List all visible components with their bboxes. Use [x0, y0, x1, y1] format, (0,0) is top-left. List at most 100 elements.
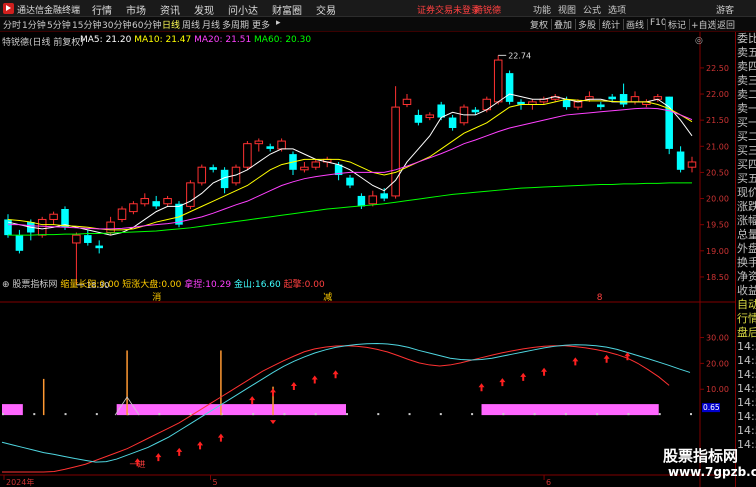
- ma5-legend-label: MA5: [80, 35, 100, 45]
- menu-options[interactable]: 选项: [608, 3, 626, 16]
- panel-row-label: 卖五: [737, 46, 756, 59]
- overlay-button[interactable]: 叠加: [554, 18, 572, 31]
- multi-stock-button[interactable]: 多股: [578, 18, 596, 31]
- tab-period-30min[interactable]: 30分钟: [102, 18, 131, 31]
- candle-body: [448, 117, 457, 128]
- tab-period-5min[interactable]: 5分钟: [47, 18, 71, 31]
- indicator-name[interactable]: 股票指标网: [12, 280, 57, 290]
- candle-body: [117, 208, 127, 220]
- panel-row-label: 现价: [737, 186, 756, 199]
- menu-view[interactable]: 视图: [558, 3, 576, 16]
- buy-arrow-icon: [332, 370, 339, 379]
- candle-body: [562, 99, 571, 108]
- menu-discover[interactable]: 发现: [194, 2, 214, 17]
- menu-guest[interactable]: 游客: [716, 3, 734, 16]
- period-toolbar: 分时 1分钟 5分钟 15分钟 30分钟 60分钟 日线 周线 月线 多周期 更…: [0, 17, 756, 32]
- buy-arrow-icon: [290, 381, 297, 390]
- zero-dot: [408, 413, 411, 416]
- buy-arrow-icon: [197, 441, 204, 450]
- buy-arrow-icon: [499, 378, 506, 387]
- menu-market[interactable]: 市场: [126, 2, 146, 17]
- ind-label-3: 金山:: [233, 280, 255, 290]
- buy-arrow-icon: [572, 357, 579, 366]
- quote-side-panel: 委比 卖五 卖四 卖三 卖二 卖一 买一 买二 买三 买四 买五 现价 涨跌 涨幅 总量 外盘 换手 净资 收益 自动…: [735, 32, 756, 487]
- mark-button[interactable]: 标记: [668, 18, 686, 31]
- divider: [623, 19, 624, 30]
- adjust-button[interactable]: 复权: [530, 18, 548, 31]
- menu-function[interactable]: 功能: [533, 3, 551, 16]
- panel-row-label: 14:50: [737, 354, 756, 367]
- ma60-legend-label: MA60: [254, 35, 280, 45]
- tab-period-more[interactable]: 更多: [252, 18, 270, 31]
- stats-button[interactable]: 统计: [602, 18, 620, 31]
- add-watchlist-button[interactable]: +自选: [691, 18, 717, 31]
- signal-marker: 8: [597, 293, 603, 303]
- candle-body: [140, 198, 150, 205]
- tab-period-multi[interactable]: 多周期: [222, 18, 249, 31]
- tab-period-15min[interactable]: 15分钟: [72, 18, 101, 31]
- menu-wealth[interactable]: 财富圈: [272, 2, 302, 17]
- buy-arrow-icon: [541, 367, 548, 376]
- tab-period-1min[interactable]: 1分钟: [22, 18, 46, 31]
- indicator-tick-label: 10.00: [706, 385, 729, 394]
- buy-arrow-icon: [176, 447, 183, 456]
- zero-dot: [439, 413, 442, 416]
- tab-period-timeline[interactable]: 分时: [3, 18, 21, 31]
- tab-period-60min[interactable]: 60分钟: [132, 18, 161, 31]
- ma10-legend-value: 21.47: [165, 35, 192, 45]
- buy-arrow-icon: [311, 375, 318, 384]
- tab-period-monthly[interactable]: 月线: [202, 18, 220, 31]
- entry-annotation: 一进: [130, 460, 146, 469]
- menu-formula[interactable]: 公式: [583, 3, 601, 16]
- value-badge-text: 0.65: [703, 403, 720, 412]
- menu-trade[interactable]: 交易: [316, 2, 336, 17]
- buy-arrow-icon: [603, 354, 610, 363]
- zero-dot: [95, 413, 98, 416]
- price-tick-label: 18.50: [706, 273, 729, 282]
- login-warning[interactable]: 证券交易未登录: [417, 3, 480, 16]
- zero-dot: [33, 413, 36, 416]
- indicator-line-cyan: [1, 342, 691, 463]
- candle-body: [380, 193, 388, 199]
- title-bar: 通达信金融终端 行情 市场 资讯 发现 问小达 财富圈 交易 证券交易未登录 特…: [0, 0, 756, 17]
- kline-chart[interactable]: 22.50 22.00 21.50 21.00 20.50 20.00 19.50 19.00…: [0, 32, 735, 487]
- zero-dot: [314, 413, 317, 416]
- price-tick-label: 20.50: [706, 168, 729, 177]
- candle-body: [277, 140, 286, 150]
- candle-body: [619, 94, 628, 105]
- more-chevron-icon[interactable]: ▸: [276, 18, 281, 28]
- tab-period-daily[interactable]: 日线: [162, 18, 180, 31]
- buy-arrow-icon: [478, 383, 485, 392]
- ma-line: [8, 107, 693, 230]
- menu-quotes[interactable]: 行情: [92, 2, 112, 17]
- candle-body: [72, 234, 81, 244]
- divider: [715, 19, 716, 30]
- menu-ask[interactable]: 问小达: [228, 2, 258, 17]
- tab-period-weekly[interactable]: 周线: [182, 18, 200, 31]
- collapse-icon[interactable]: ◎: [695, 36, 703, 46]
- candle-body: [493, 59, 503, 103]
- signal-band: [2, 404, 23, 416]
- draw-line-button[interactable]: 画线: [626, 18, 644, 31]
- ind-value-0: 0.00: [99, 280, 120, 290]
- candle-body: [357, 195, 366, 207]
- menu-news[interactable]: 资讯: [160, 2, 180, 17]
- back-button[interactable]: 返回: [717, 18, 735, 31]
- candle-body: [505, 73, 514, 102]
- buy-arrow-icon: [270, 388, 277, 397]
- panel-row-label: 委比: [737, 32, 756, 45]
- candle-body: [608, 96, 616, 100]
- panel-row-label: 涨幅: [737, 214, 756, 227]
- buy-arrow-icon: [155, 453, 162, 462]
- stock-label: 特锐德(日线 前复权): [2, 38, 84, 48]
- panel-row-label: 买四: [737, 158, 756, 171]
- panel-row-label: 收益: [737, 284, 756, 297]
- zero-dot: [377, 413, 380, 416]
- candle-body: [437, 104, 445, 118]
- candle-body: [197, 166, 207, 184]
- ma20-legend-value: 21.51: [225, 35, 252, 45]
- date-label: 2024年: [6, 477, 34, 487]
- indicator-legend: ⊕ 股票指标网 缩量长阳:0.00 短涨大盘:0.00 拿捏:10.29 金山:…: [2, 277, 325, 290]
- indicator-menu-icon[interactable]: ⊕: [2, 280, 10, 290]
- panel-row-label: 14:50: [737, 396, 756, 409]
